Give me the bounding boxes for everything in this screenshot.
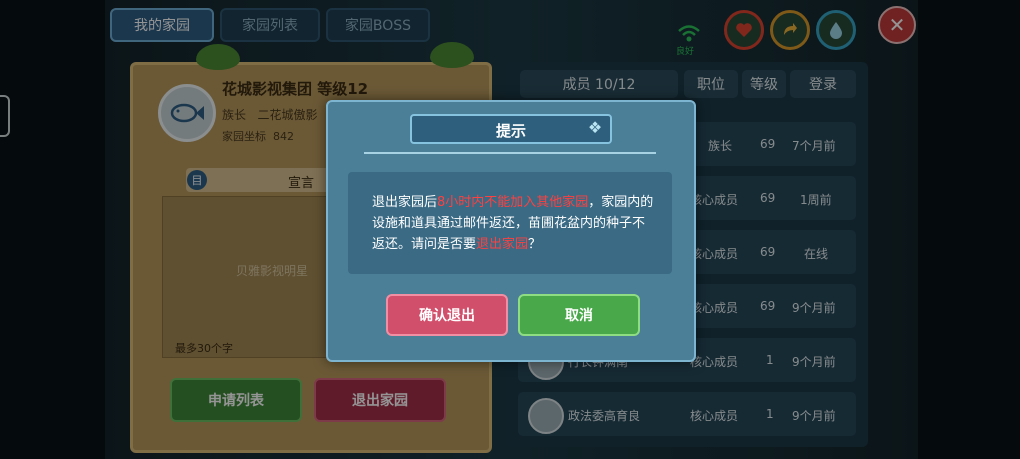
ornament-right-icon: ❖ bbox=[587, 118, 603, 137]
message-part-3: ？ bbox=[528, 237, 542, 252]
dialog-body: 退出家园后8小时内不能加入其他家园，家园内的设施和道具通过邮件返还，苗圃花盆内的… bbox=[348, 172, 672, 274]
confirm-dialog: ❖ 提示 ❖ 退出家园后8小时内不能加入其他家园，家园内的设施和道具通过邮件返还… bbox=[326, 100, 696, 362]
dialog-title-band: 提示 bbox=[410, 114, 612, 144]
message-warning-1: 8小时内不能加入其他家园 bbox=[437, 195, 589, 210]
cancel-button[interactable]: 取消 bbox=[518, 294, 640, 336]
message-warning-2: 退出家园 bbox=[476, 237, 529, 252]
confirm-exit-button[interactable]: 确认退出 bbox=[386, 294, 508, 336]
dialog-divider bbox=[364, 152, 656, 154]
dialog-title: 提示 bbox=[495, 122, 526, 140]
dialog-message: 退出家园后8小时内不能加入其他家园，家园内的设施和道具通过邮件返还，苗圃花盆内的… bbox=[372, 192, 656, 255]
message-part-1: 退出家园后 bbox=[372, 195, 438, 210]
